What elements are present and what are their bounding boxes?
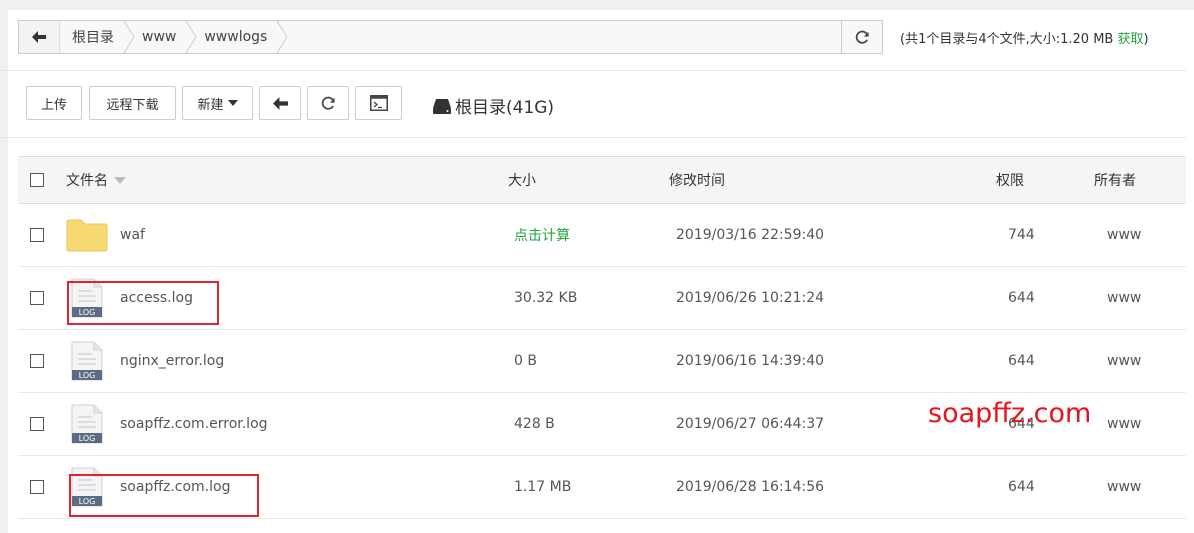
hard-drive-icon [433,98,451,114]
file-owner[interactable]: www [1107,267,1141,329]
refresh-icon [855,30,869,44]
file-name[interactable]: soapffz.com.error.log [120,393,268,455]
caret-down-icon [227,100,238,106]
arrow-left-icon [32,31,46,43]
breadcrumb-item-wwwlogs[interactable]: wwwlogs [192,21,288,53]
file-permission[interactable]: 744 [1008,204,1035,266]
svg-text:LOG: LOG [79,371,96,380]
file-owner[interactable]: www [1107,456,1141,518]
row-checkbox[interactable] [30,480,44,494]
file-owner[interactable]: www [1107,204,1141,266]
row-checkbox[interactable] [30,417,44,431]
watermark: soapffz.com [928,398,1092,429]
file-size: 1.17 MB [514,479,572,495]
file-table: 文件名 大小 修改时间 权限 所有者 waf 点击计算 2019/03/16 2… [18,156,1186,519]
column-header-name[interactable]: 文件名 [66,157,126,203]
fetch-size-link[interactable]: 获取 [1117,32,1143,47]
remote-download-button[interactable]: 远程下载 [89,86,176,120]
calculate-size-link[interactable]: 点击计算 [514,204,570,266]
file-mtime: 2019/06/16 14:39:40 [676,353,825,369]
table-row[interactable]: LOG nginx_error.log 0 B 2019/06/16 14:39… [18,330,1186,393]
back-button[interactable] [19,21,60,53]
file-name[interactable]: nginx_error.log [120,330,224,392]
table-row[interactable]: waf 点击计算 2019/03/16 22:59:40 744 www [18,204,1186,267]
divider [0,137,1186,138]
file-size: 0 B [514,353,537,369]
terminal-icon [369,95,388,111]
select-all-checkbox[interactable] [30,173,44,187]
file-size: 428 B [514,416,555,432]
file-owner[interactable]: www [1107,393,1141,455]
row-checkbox[interactable] [30,228,44,242]
column-header-permission[interactable]: 权限 [996,157,1024,203]
breadcrumb-item-root[interactable]: 根目录 [60,21,135,53]
column-header-size[interactable]: 大小 [508,157,536,203]
refresh-icon [321,96,335,110]
svg-text:LOG: LOG [79,434,96,443]
refresh-button[interactable] [307,86,349,120]
file-permission[interactable]: 644 [1008,267,1035,329]
column-header-owner[interactable]: 所有者 [1094,157,1136,203]
column-header-mtime[interactable]: 修改时间 [669,157,725,203]
file-permission[interactable]: 644 [1008,330,1035,392]
breadcrumb: 根目录 www wwwlogs [18,20,842,54]
row-checkbox[interactable] [30,291,44,305]
file-name[interactable]: waf [120,204,145,266]
log-file-icon: LOG [70,330,104,392]
file-mtime: 2019/06/26 10:21:24 [676,290,825,306]
highlight-box-soapffz-log [69,474,259,517]
file-mtime: 2019/06/27 06:44:37 [676,416,825,432]
go-back-button[interactable] [259,86,301,120]
arrow-left-icon [272,96,288,110]
new-dropdown-button[interactable]: 新建 [182,86,253,120]
path-refresh-button[interactable] [841,20,883,54]
row-checkbox[interactable] [30,354,44,368]
upload-button[interactable]: 上传 [26,86,82,120]
table-header: 文件名 大小 修改时间 权限 所有者 [18,157,1186,204]
file-permission[interactable]: 644 [1008,456,1035,518]
breadcrumb-item-www[interactable]: www [130,21,197,53]
log-file-icon: LOG [70,393,104,455]
file-mtime: 2019/03/16 22:59:40 [676,227,825,243]
disk-indicator[interactable]: 根目录(41G) [433,93,554,118]
file-size: 30.32 KB [514,290,578,306]
folder-icon[interactable] [66,204,108,266]
terminal-button[interactable] [355,86,402,120]
file-owner[interactable]: www [1107,330,1141,392]
chevron-right-icon [276,21,288,53]
highlight-box-access-log [67,281,219,325]
file-mtime: 2019/06/28 16:14:56 [676,479,825,495]
divider [0,70,1186,71]
directory-summary: (共1个目录与4个文件,大小:1.20 MB 获取) [900,32,1149,47]
sort-down-icon [114,176,126,184]
